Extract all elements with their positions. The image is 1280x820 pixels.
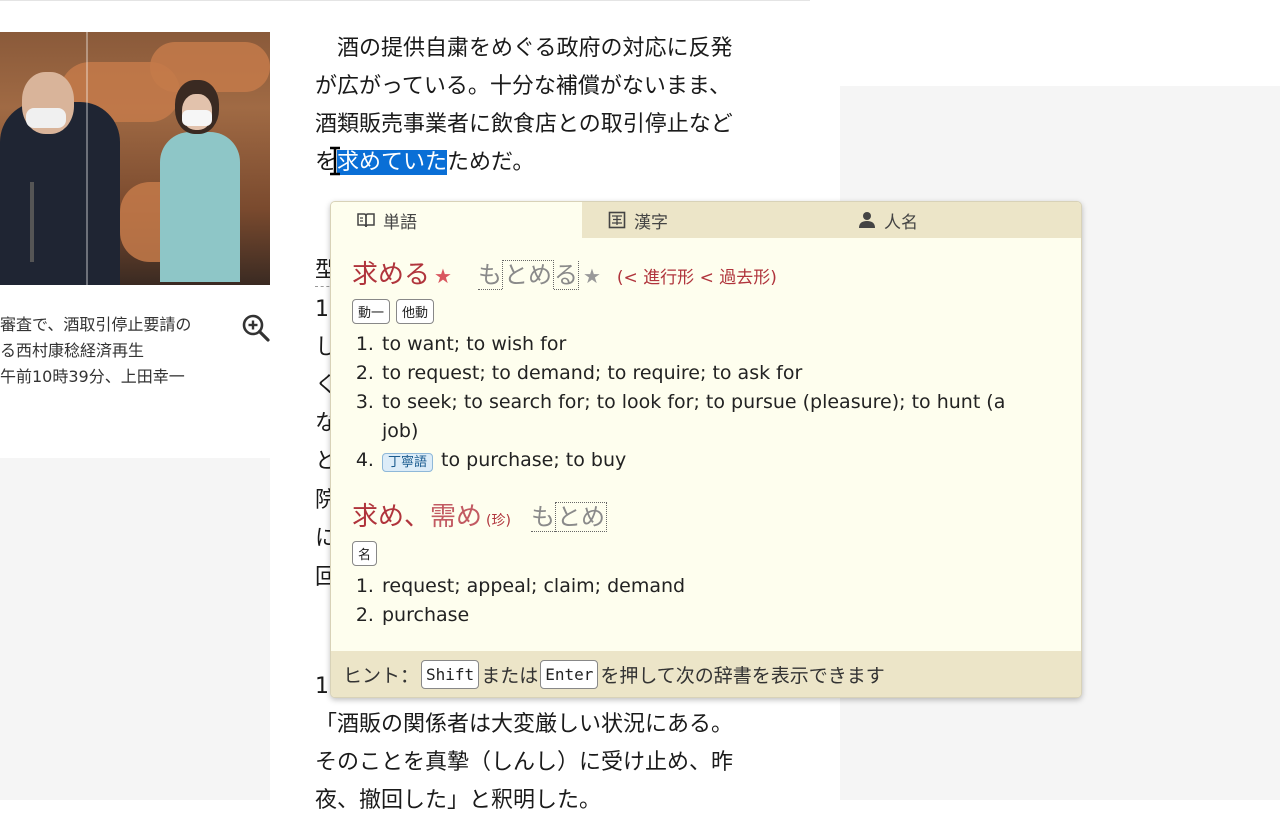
entry-reading: もとめる (477, 260, 579, 290)
hint-bar: ヒント： Shift または Enter を押して次の辞書を表示できます (331, 651, 1081, 697)
dictionary-popup[interactable]: 単語 漢字 人名 求める ★ もとめる ★ (< 進行形 < 過去形) 動一 他… (330, 201, 1082, 698)
selected-text[interactable]: 求めていた (337, 150, 448, 175)
deinflection-note: (< 進行形 < 過去形) (616, 268, 777, 288)
article-line: が広がっている。十分な補償がないまま、 (315, 74, 732, 99)
pos-tags: 名 (352, 541, 1052, 566)
entry-kanji: 求める (352, 260, 431, 290)
sense-item: purchase (380, 601, 1052, 630)
article-line: を求めていたためだ。 (315, 150, 535, 175)
person-icon (859, 212, 875, 228)
sense-item: to request; to demand; to require; to as… (380, 359, 1052, 388)
kanji-box-icon (608, 211, 626, 229)
article-line: 夜、撤回した」と釈明した。 (315, 788, 602, 813)
dictionary-entry: 求める ★ もとめる ★ (< 進行形 < 過去形) 動一 他動 to want… (352, 254, 1052, 477)
enter-key: Enter (540, 659, 599, 689)
article-body: 酒の提供自粛をめぐる政府の対応に反発 が広がっている。十分な補償がないまま、 酒… (315, 30, 785, 182)
top-divider (0, 0, 810, 1)
entry-reading: もとめ (530, 502, 607, 532)
pos-tag: 動一 (352, 299, 391, 324)
zoom-in-icon[interactable] (241, 313, 271, 343)
article-line: そのことを真摯（しんし）に受け止め、昨 (315, 750, 734, 775)
tab-kanji[interactable]: 漢字 (582, 202, 832, 238)
entry-headword: 求める ★ もとめる ★ (< 進行形 < 過去形) (352, 254, 1052, 291)
pos-tag: 他動 (396, 299, 435, 324)
sense-item: 丁寧語to purchase; to buy (380, 446, 1052, 477)
politeness-tag: 丁寧語 (382, 453, 434, 472)
pos-tags: 動一 他動 (352, 299, 1052, 324)
tab-names[interactable]: 人名 (832, 202, 1081, 238)
text-cursor-icon (330, 146, 340, 176)
pos-tag: 名 (352, 541, 378, 566)
caption-line: 午前10時39分、上田幸一 (0, 367, 185, 386)
article-line: 酒の提供自粛をめぐる政府の対応に反発 (315, 36, 733, 61)
article-line: 「酒販の関係者は大変厳しい状況にある。 (315, 712, 734, 737)
common-star-icon: ★ (434, 264, 452, 288)
tab-words[interactable]: 単語 (331, 202, 582, 238)
entry-kanji: 求め (352, 502, 405, 532)
sense-item: to want; to wish for (380, 330, 1052, 359)
rare-marker: (珍) (486, 513, 511, 529)
sense-item: request; appeal; claim; demand (380, 572, 1052, 601)
caption-line: る西村康稔経済再生 (0, 341, 145, 360)
news-photo[interactable] (0, 32, 270, 285)
reading-star-icon: ★ (582, 264, 601, 288)
dictionary-tabs: 単語 漢字 人名 (331, 202, 1081, 238)
dictionary-entry: 求め 、 需め (珍) もとめ 名 request; appeal; claim… (352, 496, 1052, 630)
shift-key: Shift (421, 659, 480, 689)
article-fragment: 1 (315, 297, 329, 322)
article-line: 酒類販売事業者に飲食店との取引停止など (315, 112, 733, 137)
sense-list: to want; to wish for to request; to dema… (352, 330, 1052, 477)
sense-item: to seek; to search for; to look for; to … (380, 388, 1052, 446)
caption-line: 審査で、酒取引停止要請の (0, 315, 192, 334)
photo-person-woman (160, 132, 240, 282)
book-icon (357, 213, 375, 228)
photo-caption: 審査で、酒取引停止要請の る西村康稔経済再生 午前10時39分、上田幸一 (0, 312, 232, 390)
entry-kanji-variant: 需め (430, 502, 483, 532)
sense-list: request; appeal; claim; demand purchase (352, 572, 1052, 630)
entry-headword: 求め 、 需め (珍) もとめ (352, 496, 1052, 533)
page-background-left (0, 458, 270, 800)
